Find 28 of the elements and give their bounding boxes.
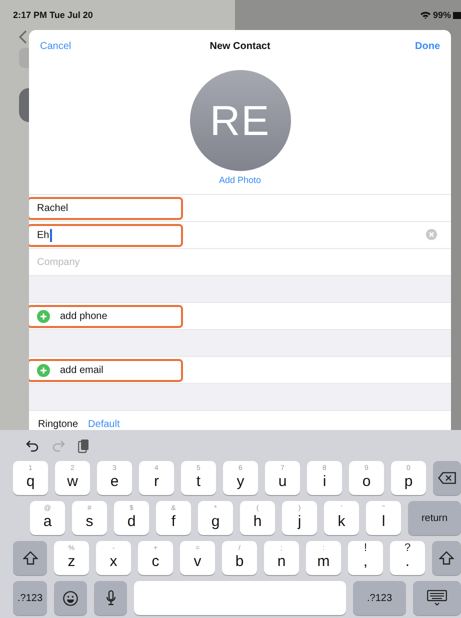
sheet-title: New Contact [210,41,270,52]
add-field-button[interactable]: add phone [29,304,183,328]
keyboard-hide-icon[interactable] [427,590,447,606]
add-field-button[interactable]: add email [29,358,183,382]
avatar: RE [190,70,290,171]
add-icon [37,364,50,376]
wifi-icon [420,11,431,19]
shift-icon[interactable] [22,551,38,565]
undo-icon[interactable] [26,440,39,452]
key[interactable]: ! , [348,541,383,575]
battery-percent: 99% [432,10,451,20]
add-icon [37,310,50,322]
backspace-icon[interactable] [438,472,456,484]
smiley-icon[interactable] [63,590,78,606]
key[interactable]: ? . [390,541,425,575]
setting-label: Ringtone [38,418,78,430]
numbers-key[interactable]: .?123 [353,581,406,615]
status-time: 2:17 PM Tue Jul 20 [13,10,93,20]
microphone-icon[interactable] [106,590,116,606]
shift-icon[interactable] [439,551,454,565]
battery-icon [453,12,461,18]
back-chevron-icon [19,30,27,44]
text-field[interactable]: Eh [29,224,183,246]
numbers-key[interactable]: .?123 [13,581,47,615]
clipboard-icon[interactable] [78,438,89,452]
return-key[interactable]: return [408,501,461,535]
contact-avatar [19,88,29,122]
text-field[interactable]: Rachel [29,196,183,220]
